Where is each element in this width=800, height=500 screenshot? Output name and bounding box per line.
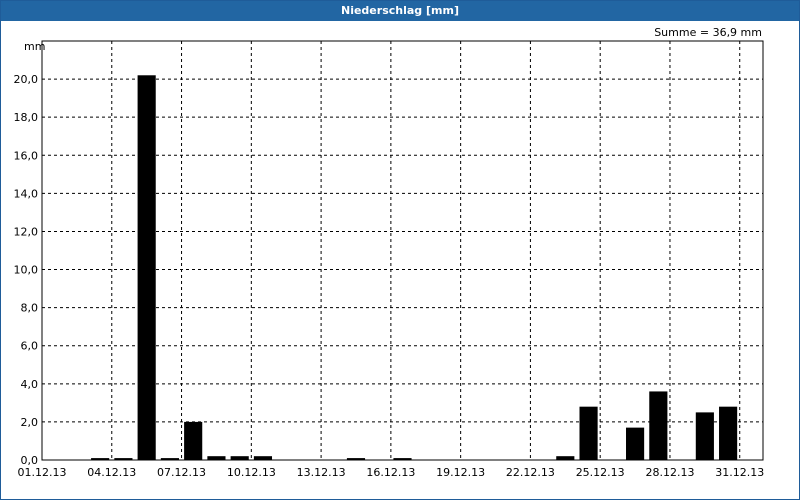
bar-07.12.13	[184, 421, 203, 460]
y-tick-label: 20,0	[14, 73, 39, 86]
x-tick-label: 07.12.13	[157, 466, 206, 479]
x-tick-label: 10.12.13	[227, 466, 276, 479]
y-tick-label: 2,0	[21, 416, 39, 429]
x-tick-label: 19.12.13	[436, 466, 485, 479]
bar-10.12.13	[253, 456, 273, 460]
bar-27.12.13	[649, 391, 668, 460]
bar-29.12.13	[695, 412, 714, 460]
bar-08.12.13	[207, 456, 226, 460]
y-tick-label: 16,0	[14, 149, 39, 162]
x-tick-label: 04.12.13	[87, 466, 136, 479]
x-tick-label: 01.12.13	[18, 466, 67, 479]
bar-05.12.13	[137, 75, 156, 461]
sum-label: Summe = 36,9 mm	[654, 26, 762, 39]
x-tick-labels: 01.12.13 04.12.13 07.12.13 10.12.13 13.12.13…	[18, 466, 765, 479]
bar-09.12.13	[230, 456, 249, 460]
y-tick-label: 14,0	[14, 187, 39, 200]
x-tick-label: 28.12.13	[645, 466, 694, 479]
precipitation-bar-chart: mm Summe = 36,9 mm 0,02,04,06,08,010,012…	[14, 26, 765, 479]
x-tick-label: 16.12.13	[366, 466, 415, 479]
y-tick-label: 6,0	[21, 340, 39, 353]
x-tick-label: 25.12.13	[576, 466, 625, 479]
y-tick-label: 10,0	[14, 264, 39, 277]
y-tick-label: 4,0	[21, 378, 39, 391]
y-tick-label: 18,0	[14, 111, 39, 124]
y-tick-label: 8,0	[21, 302, 39, 315]
x-tick-label: 31.12.13	[715, 466, 764, 479]
bar-30.12.13	[719, 406, 738, 460]
bar-26.12.13	[626, 427, 645, 460]
y-tick-labels: 0,02,04,06,08,010,012,014,016,018,020,0	[14, 73, 39, 467]
x-tick-label: 13.12.13	[297, 466, 346, 479]
y-tick-label: 12,0	[14, 225, 39, 238]
bar-24.12.13	[579, 406, 598, 460]
bars	[91, 75, 738, 461]
bar-23.12.13	[556, 456, 575, 460]
x-tick-label: 22.12.13	[506, 466, 555, 479]
